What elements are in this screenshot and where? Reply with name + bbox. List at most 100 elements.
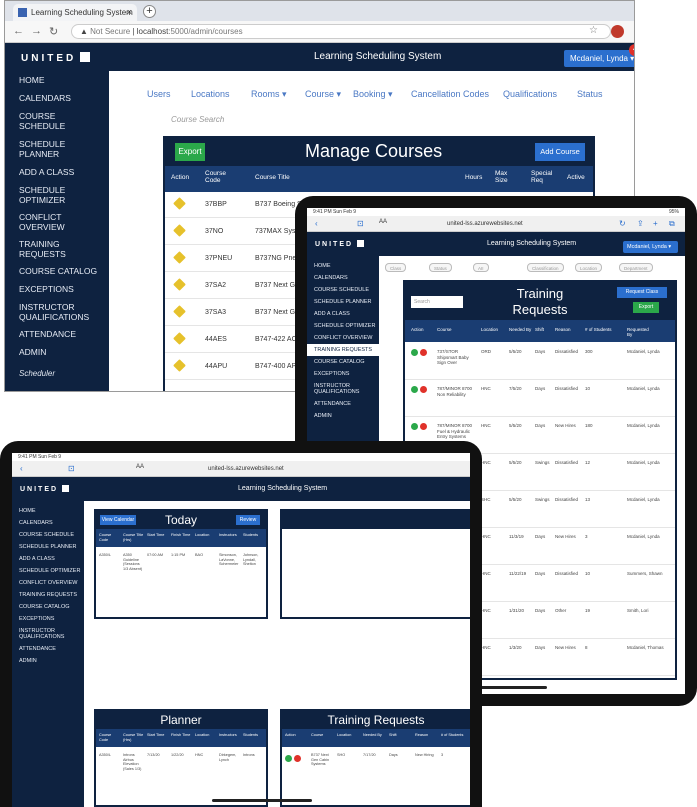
nav-status[interactable]: Status <box>577 89 603 99</box>
tablet-url[interactable]: united-lss.azurewebsites.net <box>208 466 284 472</box>
reader-aa[interactable]: AA <box>379 219 387 225</box>
sidebar-item-calendars[interactable]: CALENDARS <box>12 517 84 529</box>
sidebar-item-home[interactable]: HOME <box>307 260 379 272</box>
review-button[interactable]: Review <box>236 515 260 525</box>
add-course-button[interactable]: Add Course <box>535 143 585 161</box>
sidebar-item-home[interactable]: HOME <box>12 505 84 517</box>
reject-icon[interactable] <box>294 755 301 762</box>
notification-badge[interactable]: 4 <box>629 44 634 56</box>
sidebar-item-add-a-class[interactable]: ADD A CLASS <box>307 308 379 320</box>
search-input[interactable]: Search <box>411 296 463 308</box>
book-icon[interactable]: ⊡ <box>357 219 364 228</box>
sidebar-item-exceptions[interactable]: EXCEPTIONS <box>307 368 379 380</box>
sidebar-item-admin[interactable]: ADMIN <box>5 343 109 361</box>
forward-icon[interactable]: → <box>31 25 42 37</box>
approve-icon[interactable] <box>411 349 418 356</box>
sidebar-item-course-schedule[interactable]: COURSE SCHEDULE <box>5 107 109 135</box>
united-logo[interactable]: UNITED <box>315 240 365 248</box>
nav-booking[interactable]: Booking ▾ <box>353 89 393 100</box>
tabs-icon[interactable]: ⧉ <box>669 219 675 229</box>
nav-rooms[interactable]: Rooms ▾ <box>251 89 287 100</box>
filter-class[interactable]: Class <box>385 263 407 272</box>
sidebar-item-conflict-overview[interactable]: CONFLICT OVERVIEW <box>5 208 109 235</box>
sidebar-item-admin[interactable]: ADMIN <box>307 410 379 422</box>
sidebar-item-schedule-planner[interactable]: SCHEDULE PLANNER <box>5 135 109 163</box>
sidebar-item-schedule-optimizer[interactable]: SCHEDULE OPTIMIZER <box>307 320 379 332</box>
reload-icon[interactable]: ↻ <box>619 219 626 228</box>
close-tab-icon[interactable]: × <box>127 7 132 17</box>
nav-locations[interactable]: Locations <box>191 89 230 99</box>
back-icon[interactable]: ← <box>13 25 24 37</box>
back-icon[interactable]: ‹ <box>315 219 318 228</box>
bookmark-star-icon[interactable]: ☆ <box>589 25 598 36</box>
reader-aa[interactable]: AA <box>136 464 144 470</box>
sidebar-item-attendance[interactable]: ATTENDANCE <box>12 643 84 655</box>
sidebar-item-schedule-optimizer[interactable]: SCHEDULE OPTIMIZER <box>12 565 84 577</box>
add-tab-icon[interactable]: + <box>653 219 658 228</box>
reject-icon[interactable] <box>420 423 427 430</box>
back-icon[interactable]: ‹ <box>20 464 23 473</box>
nav-users[interactable]: Users <box>147 89 171 99</box>
filter-department[interactable]: Department <box>619 263 653 272</box>
sidebar-item-schedule-optimizer[interactable]: SCHEDULE OPTIMIZER <box>5 181 109 208</box>
book-icon[interactable]: ⊡ <box>68 464 75 473</box>
course-search-link[interactable]: Course Search <box>171 115 224 124</box>
tablet-url[interactable]: united-lss.azurewebsites.net <box>447 221 523 227</box>
sidebar-item-schedule-planner[interactable]: SCHEDULE PLANNER <box>307 296 379 308</box>
approve-icon[interactable] <box>411 386 418 393</box>
sidebar-item-exceptions[interactable]: EXCEPTIONS <box>5 280 109 298</box>
approve-icon[interactable] <box>411 423 418 430</box>
nav-course[interactable]: Course ▾ <box>305 89 341 100</box>
filter-status[interactable]: Status <box>429 263 452 272</box>
approve-icon[interactable] <box>285 755 292 762</box>
sidebar-item-instructor-qualifications[interactable]: INSTRUCTOR QUALIFICATIONS <box>307 380 379 398</box>
url-field[interactable]: ▲ Not Secure | localhost:5000/admin/cour… <box>71 24 611 39</box>
reject-icon[interactable] <box>420 386 427 393</box>
reload-icon[interactable]: ↻ <box>49 25 58 38</box>
edit-pencil-icon[interactable] <box>173 359 186 372</box>
sidebar-item-training-requests[interactable]: TRAINING REQUESTS <box>307 344 379 356</box>
sidebar-item-add-a-class[interactable]: ADD A CLASS <box>12 553 84 565</box>
sidebar-item-conflict-overview[interactable]: CONFLICT OVERVIEW <box>12 577 84 589</box>
browser-tab[interactable]: Learning Scheduling System × <box>13 4 137 21</box>
sidebar-item-course-catalog[interactable]: COURSE CATALOG <box>5 262 109 280</box>
edit-pencil-icon[interactable] <box>173 224 186 237</box>
sidebar-item-course-catalog[interactable]: COURSE CATALOG <box>12 601 84 613</box>
sidebar-item-add-a-class[interactable]: ADD A CLASS <box>5 163 109 181</box>
request-class-button[interactable]: Request Class <box>617 287 667 298</box>
sidebar-item-exceptions[interactable]: EXCEPTIONS <box>12 613 84 625</box>
user-menu-button[interactable]: Mcdaniel, Lynda ▾ <box>623 241 678 253</box>
sidebar-item-admin[interactable]: ADMIN <box>12 655 84 667</box>
sidebar-item-training-requests[interactable]: TRAINING REQUESTS <box>12 589 84 601</box>
nav-qualifications[interactable]: Qualifications <box>503 89 557 99</box>
filter-classification[interactable]: Classification <box>527 263 564 272</box>
sidebar-item-attendance[interactable]: ATTENDANCE <box>5 325 109 343</box>
nav-cancellation-codes[interactable]: Cancellation Codes <box>411 89 489 99</box>
sidebar-item-schedule-planner[interactable]: SCHEDULE PLANNER <box>12 541 84 553</box>
export-button[interactable]: Export <box>633 302 659 313</box>
sidebar-item-conflict-overview[interactable]: CONFLICT OVERVIEW <box>307 332 379 344</box>
sidebar-item-instructor-qualifications[interactable]: INSTRUCTOR QUALIFICATIONS <box>5 298 109 325</box>
filter-location[interactable]: Location <box>575 263 603 272</box>
sidebar-item-attendance[interactable]: ATTENDANCE <box>307 398 379 410</box>
united-logo[interactable]: UNITED <box>20 485 70 493</box>
edit-pencil-icon[interactable] <box>173 305 186 318</box>
sidebar-item-calendars[interactable]: CALENDARS <box>307 272 379 284</box>
sidebar-item-training-requests[interactable]: TRAINING REQUESTS <box>5 235 109 262</box>
sidebar-item-instructor-qualifications[interactable]: INSTRUCTOR QUALIFICATIONS <box>12 625 84 643</box>
sidebar-item-home[interactable]: HOME <box>5 75 109 89</box>
user-menu-button[interactable]: Mcdaniel, Lynda ▾ <box>564 50 634 67</box>
filter-aii[interactable]: AII <box>473 263 489 272</box>
edit-pencil-icon[interactable] <box>173 278 186 291</box>
new-tab-button[interactable]: + <box>143 5 156 18</box>
profile-avatar[interactable] <box>611 25 624 38</box>
reject-icon[interactable] <box>420 349 427 356</box>
export-button[interactable]: Export <box>175 143 205 161</box>
view-calendar-button[interactable]: View Calendar <box>100 515 136 525</box>
sidebar-item-calendars[interactable]: CALENDARS <box>5 89 109 107</box>
edit-pencil-icon[interactable] <box>173 332 186 345</box>
share-icon[interactable]: ⇪ <box>637 219 644 228</box>
sidebar-item-course-catalog[interactable]: COURSE CATALOG <box>307 356 379 368</box>
sidebar-item-course-schedule[interactable]: COURSE SCHEDULE <box>307 284 379 296</box>
united-logo[interactable]: UNITED <box>21 52 91 64</box>
